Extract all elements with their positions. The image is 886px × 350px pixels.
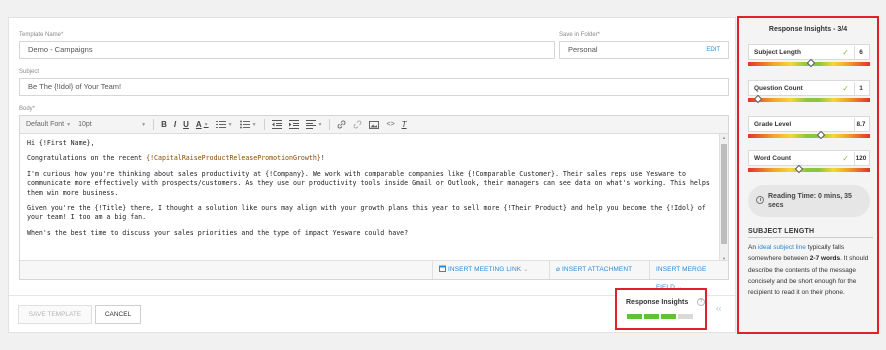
check-icon: ✓: [842, 84, 849, 93]
score-segment: [678, 314, 693, 319]
response-insights-label: Response Insights: [626, 299, 689, 306]
scrollbar-thumb[interactable]: [721, 144, 727, 244]
outdent-icon[interactable]: [271, 118, 282, 132]
email-paragraph: When's the best time to discuss your sal…: [27, 228, 409, 237]
indent-icon[interactable]: [288, 118, 299, 132]
font-size-select[interactable]: 10pt ▼: [78, 118, 146, 132]
insert-meeting-link-button[interactable]: INSERT MEETING LINK ⌄: [432, 261, 549, 279]
editor-toolbar: Default Font ▼ 10pt ▼ B I U A ▼ ▼ ▼ ▼ <>…: [20, 116, 728, 134]
check-icon: ✓: [842, 48, 849, 57]
metric-word-count[interactable]: Word Count ✓ 120: [748, 150, 870, 166]
word-count-gauge: [748, 164, 870, 174]
cancel-button[interactable]: CANCEL: [95, 305, 141, 324]
question-count-gauge: [748, 94, 870, 104]
help-icon[interactable]: ?: [697, 298, 705, 306]
editor-scrollbar[interactable]: ▲ ▼: [719, 134, 728, 262]
email-body-editor: Default Font ▼ 10pt ▼ B I U A ▼ ▼ ▼ ▼ <>…: [19, 115, 730, 291]
italic-icon[interactable]: I: [174, 118, 176, 132]
gauge-marker: [807, 58, 816, 68]
clear-format-icon[interactable]: T: [402, 118, 407, 132]
response-insights-panel: Response Insights - 3/4 Subject Length ✓…: [737, 16, 879, 334]
check-icon: ✓: [842, 154, 849, 163]
email-paragraph: Given you're the {!Title} there, I thoug…: [27, 204, 710, 222]
subject-input[interactable]: Be The {!Idol} of Your Team!: [19, 78, 729, 96]
collapse-panel-icon[interactable]: ‹‹: [716, 304, 721, 313]
folder-edit-link[interactable]: EDIT: [706, 42, 720, 58]
email-paragraph: Congratulations on the recent {!CapitalR…: [27, 154, 325, 163]
paperclip-icon: ⌀: [556, 266, 561, 273]
insights-score-bar: [627, 314, 693, 319]
score-segment: [661, 314, 676, 319]
image-icon[interactable]: [369, 118, 380, 132]
reading-time-text: Reading Time: 0 mins, 35 secs: [768, 193, 852, 209]
save-template-button[interactable]: SAVE TEMPLATE: [18, 305, 92, 324]
insert-merge-field-button[interactable]: INSERT MERGE FIELD ⌄: [649, 261, 730, 291]
subject-length-gauge: [748, 58, 870, 68]
save-folder-field[interactable]: Personal EDIT: [559, 41, 729, 59]
insight-description: An ideal subject line typically falls so…: [748, 244, 869, 297]
metric-question-count[interactable]: Question Count ✓ 1: [748, 80, 870, 96]
gauge-marker: [816, 130, 826, 140]
save-folder-value: Personal: [568, 45, 598, 54]
scroll-up-icon[interactable]: ▲: [722, 135, 726, 140]
merge-field: {!CapitalRaiseProductReleasePromotionGro…: [146, 154, 321, 163]
toolbar-divider: [263, 119, 265, 130]
email-greeting: Hi {!First Name},: [27, 139, 95, 147]
bold-icon[interactable]: B: [161, 118, 167, 132]
divider: [748, 237, 873, 238]
code-icon[interactable]: <>: [386, 118, 394, 132]
ordered-list-icon[interactable]: ▼: [215, 118, 233, 132]
insert-attachment-button[interactable]: ⌀ INSERT ATTACHMENT: [549, 261, 649, 279]
toolbar-divider: [329, 119, 331, 130]
gauge-marker: [753, 94, 762, 104]
email-paragraph: I'm curious how you're thinking about sa…: [27, 169, 714, 197]
calendar-icon: [439, 265, 446, 272]
underline-icon[interactable]: U: [183, 118, 189, 132]
insight-section-title: SUBJECT LENGTH: [748, 228, 815, 235]
save-folder-label: Save in Folder*: [559, 32, 601, 38]
unlink-icon[interactable]: [353, 118, 362, 132]
email-body-text[interactable]: Hi {!First Name}, Congratulations on the…: [20, 134, 720, 262]
clock-icon: [756, 196, 764, 204]
response-insights-summary[interactable]: Response Insights ?: [615, 288, 707, 330]
insights-panel-title: Response Insights - 3/4: [768, 26, 848, 33]
score-segment: [644, 314, 659, 319]
grade-level-gauge: [748, 130, 870, 140]
bullet-list-icon[interactable]: ▼: [239, 118, 257, 132]
align-icon[interactable]: ▼: [305, 118, 322, 132]
gauge-marker: [794, 164, 804, 174]
subject-label: Subject: [19, 69, 40, 75]
reading-time-badge: Reading Time: 0 mins, 35 secs: [748, 185, 870, 217]
toolbar-divider: [153, 119, 155, 130]
template-editor-card: Template Name* Demo - Campaigns Save in …: [8, 17, 736, 333]
editor-action-bar: INSERT MEETING LINK ⌄ ⌀ INSERT ATTACHMENT…: [20, 260, 730, 291]
ideal-subject-line-link[interactable]: ideal subject line: [758, 244, 806, 251]
metric-subject-length[interactable]: Subject Length ✓ 6: [748, 44, 870, 60]
metric-grade-level[interactable]: Grade Level 8.7: [748, 116, 870, 132]
score-segment: [627, 314, 642, 319]
font-color-icon[interactable]: A ▼: [196, 118, 209, 132]
body-label: Body*: [19, 106, 36, 112]
template-name-label: Template Name*: [19, 32, 64, 38]
link-icon[interactable]: [337, 118, 346, 132]
template-name-input[interactable]: Demo - Campaigns: [19, 41, 555, 59]
font-family-select[interactable]: Default Font ▼: [26, 118, 71, 132]
